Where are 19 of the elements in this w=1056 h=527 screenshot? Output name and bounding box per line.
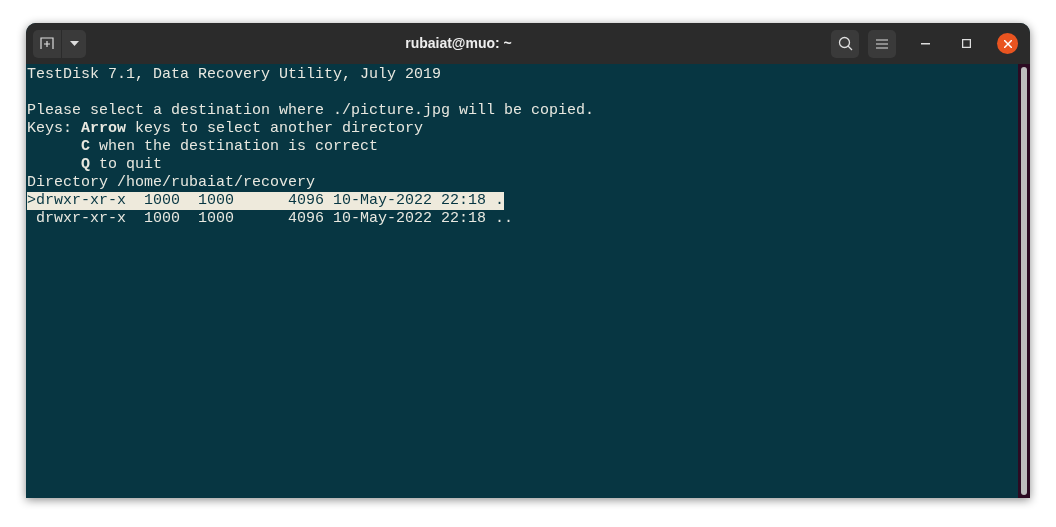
terminal-line: Keys: Arrow keys to select another directory (27, 120, 425, 138)
new-tab-icon (40, 37, 54, 50)
terminal-line: Directory /home/rubaiat/recovery (27, 174, 317, 192)
window-title: rubaiat@muo: ~ (405, 34, 512, 53)
search-button[interactable] (831, 29, 859, 58)
close-icon (1003, 39, 1012, 48)
menu-icon (876, 38, 888, 49)
maximize-icon (961, 39, 971, 48)
search-icon (837, 36, 853, 51)
terminal-line: C when the destination is correct (80, 138, 380, 156)
minimize-icon (920, 42, 930, 45)
terminal-line: Please select a destination where ./picture.jpg will be copied. (27, 102, 596, 120)
terminal-line: Q to quit (80, 156, 164, 174)
terminal-line: TestDisk 7.1, Data Recovery Utility, July 2019 (27, 66, 443, 84)
directory-entry[interactable]: drwxr-xr-x 1000 1000 4096 10-May-2022 22:18 .. (27, 210, 514, 228)
close-button[interactable] (997, 33, 1018, 54)
directory-entry[interactable]: >drwxr-xr-x 1000 1000 4096 10-May-2022 22:18 . (27, 192, 505, 210)
caret-icon (69, 41, 79, 46)
menu-button[interactable] (868, 29, 896, 58)
